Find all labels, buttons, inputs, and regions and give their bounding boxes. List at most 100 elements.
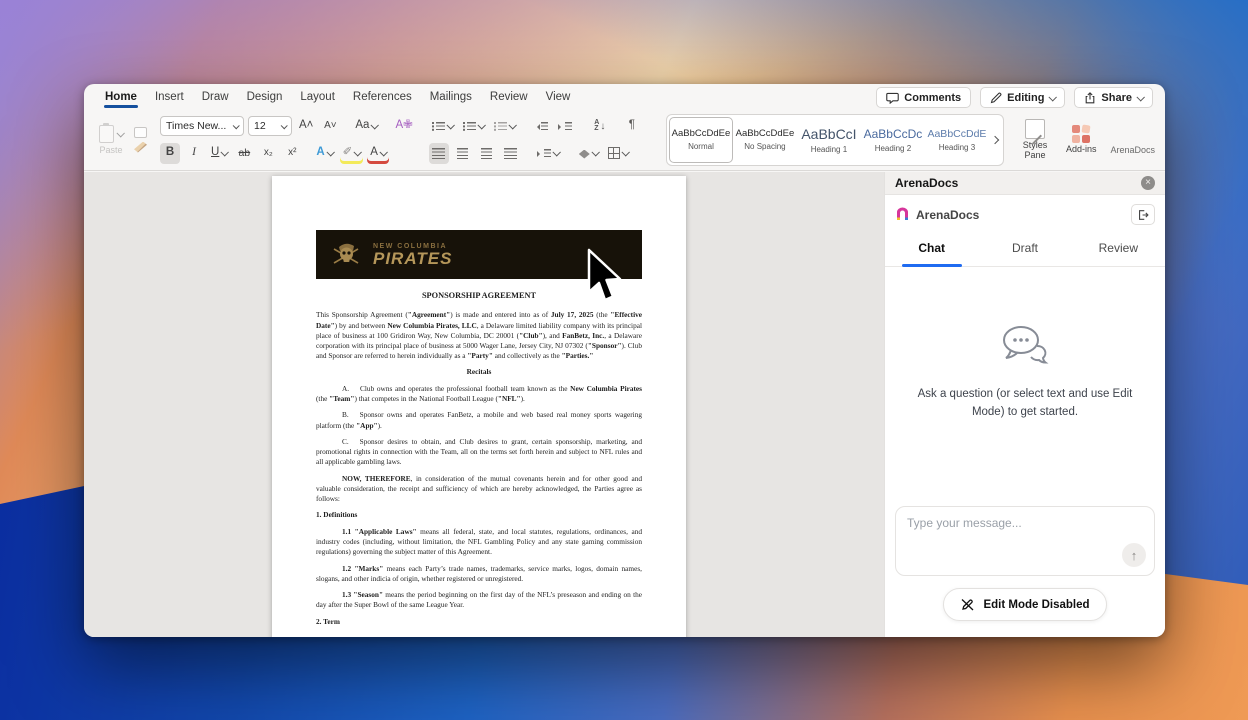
share-button[interactable]: Share	[1074, 87, 1153, 108]
font-color-button[interactable]: A	[367, 143, 389, 164]
clear-formatting-button[interactable]: A✙	[392, 116, 415, 137]
copy-icon[interactable]	[134, 127, 147, 138]
panel-brand-name: ArenaDocs	[916, 208, 979, 222]
numbered-list-icon	[463, 121, 476, 132]
superscript-button[interactable]: x²	[282, 143, 302, 164]
paragraph[interactable]: NOW, THEREFORE, in consideration of the …	[316, 474, 642, 504]
numbered-list-button[interactable]	[460, 116, 487, 137]
chevron-down-icon	[116, 129, 124, 137]
align-left-button[interactable]	[429, 143, 449, 164]
edit-mode-toggle[interactable]: Edit Mode Disabled	[943, 588, 1106, 621]
show-paragraph-marks-button[interactable]: ¶	[622, 116, 642, 137]
font-color-icon: A	[370, 147, 378, 159]
addins-icon	[1072, 125, 1090, 143]
panel-header: ArenaDocs ×	[885, 172, 1165, 195]
paragraph[interactable]: 1.1 "Applicable Laws" means all federal,…	[316, 527, 642, 557]
underline-button[interactable]: U	[208, 143, 230, 164]
paragraph[interactable]: 1.3 "Season" means the period beginning …	[316, 590, 642, 610]
arenadocs-panel: ArenaDocs × ArenaDocs ChatDraftReview	[884, 172, 1165, 637]
message-input[interactable]	[896, 507, 1154, 575]
clipboard-mini-buttons	[134, 127, 147, 153]
edit-mode-label: Edit Mode Disabled	[983, 599, 1089, 611]
editing-button[interactable]: Editing	[980, 87, 1065, 108]
strikethrough-button[interactable]: ab	[234, 143, 254, 164]
paste-button[interactable]: Paste	[94, 125, 128, 155]
chevron-down-icon	[552, 148, 560, 156]
paste-icon	[99, 125, 114, 143]
paragraph[interactable]: Recitals	[316, 367, 642, 377]
grow-font-icon: A˄	[299, 120, 313, 132]
paragraph[interactable]: 1. Definitions	[316, 510, 642, 520]
tab-insert[interactable]: Insert	[146, 85, 193, 111]
style-normal[interactable]: AaBbCcDdEeNormal	[669, 117, 733, 163]
text-effects-icon: A	[316, 147, 324, 159]
decrease-indent-button[interactable]	[532, 116, 552, 137]
bullet-list-button[interactable]	[429, 116, 456, 137]
align-center-button[interactable]	[453, 143, 473, 164]
change-case-button[interactable]: Aa	[352, 116, 380, 137]
font-name-value: Times New...	[166, 120, 228, 132]
styles-pane-icon	[1025, 119, 1045, 139]
comments-button[interactable]: Comments	[876, 87, 971, 108]
shading-icon	[579, 150, 590, 159]
borders-button[interactable]	[605, 143, 631, 164]
paragraph[interactable]: A. Club owns and operates the profession…	[316, 384, 642, 404]
styles-pane-label: Styles Pane	[1018, 141, 1052, 161]
styles-pane-button[interactable]: Styles Pane	[1018, 119, 1052, 161]
shrink-font-button[interactable]: A˅	[320, 116, 340, 137]
style-no-spacing[interactable]: AaBbCcDdEeNo Spacing	[733, 117, 797, 163]
style-heading-3[interactable]: AaBbCcDdEHeading 3	[925, 117, 989, 163]
superscript-icon: x²	[288, 148, 296, 158]
tab-references[interactable]: References	[344, 85, 421, 111]
arenadocs-ribbon-label: ArenaDocs	[1110, 146, 1155, 156]
paragraph[interactable]: This Sponsorship Agreement ("Agreement")…	[316, 310, 642, 360]
styles-gallery: AaBbCcDdEeNormalAaBbCcDdEeNo SpacingAaBb…	[666, 114, 1004, 166]
tab-review[interactable]: Review	[481, 85, 537, 111]
document-page[interactable]: NEW COLUMBIA PIRATES SPONSORSHIP AGREEME…	[272, 176, 686, 637]
align-right-icon	[481, 148, 492, 159]
paragraph[interactable]: 2. Term	[316, 617, 642, 627]
multilevel-list-button[interactable]	[491, 116, 518, 137]
paragraph[interactable]: C. Sponsor desires to obtain, and Club d…	[316, 437, 642, 467]
tab-home[interactable]: Home	[96, 85, 146, 111]
line-spacing-button[interactable]	[535, 143, 562, 164]
font-size-select[interactable]: 12	[248, 116, 292, 136]
tab-mailings[interactable]: Mailings	[421, 85, 481, 111]
style-heading-1[interactable]: AaBbCcIHeading 1	[797, 117, 861, 163]
tab-layout[interactable]: Layout	[291, 85, 344, 111]
style-heading-2[interactable]: AaBbCcDcHeading 2	[861, 117, 925, 163]
panel-tab-chat[interactable]: Chat	[885, 232, 978, 266]
font-name-select[interactable]: Times New...	[160, 116, 244, 136]
tab-design[interactable]: Design	[238, 85, 292, 111]
increase-indent-icon	[559, 121, 572, 132]
increase-indent-button[interactable]	[556, 116, 576, 137]
paragraph[interactable]: B. Sponsor owns and operates FanBetz, a …	[316, 410, 642, 430]
grow-font-button[interactable]: A˄	[296, 116, 316, 137]
sign-out-button[interactable]	[1131, 204, 1155, 225]
italic-button[interactable]: I	[184, 143, 204, 164]
panel-tab-review[interactable]: Review	[1072, 232, 1165, 266]
format-painter-icon[interactable]	[134, 142, 147, 153]
styles-gallery-expand[interactable]	[989, 117, 1001, 163]
ribbon-tab-row: HomeInsertDrawDesignLayoutReferencesMail…	[84, 84, 1165, 111]
align-right-button[interactable]	[477, 143, 497, 164]
text-effects-button[interactable]: A	[313, 143, 335, 164]
paragraph[interactable]: 1.2 "Marks" means each Party’s trade nam…	[316, 564, 642, 584]
chevron-down-icon	[326, 148, 334, 156]
subscript-button[interactable]: x₂	[258, 143, 278, 164]
chevron-down-icon	[1049, 93, 1057, 101]
justify-button[interactable]	[501, 143, 521, 164]
shading-button[interactable]	[576, 143, 601, 164]
tab-draw[interactable]: Draw	[193, 85, 238, 111]
tab-view[interactable]: View	[537, 85, 580, 111]
addins-button[interactable]: Add-ins	[1066, 125, 1097, 155]
top-actions: Comments Editing Share	[876, 87, 1153, 111]
sort-button[interactable]: AZ ↓	[590, 116, 610, 137]
close-icon[interactable]: ×	[1141, 176, 1155, 190]
highlight-button[interactable]: ✐	[340, 143, 364, 164]
bold-button[interactable]: B	[160, 143, 180, 164]
arenadocs-ribbon-button[interactable]: ArenaDocs	[1110, 124, 1155, 156]
arenadocs-logo-icon	[895, 207, 910, 222]
panel-tab-draft[interactable]: Draft	[978, 232, 1071, 266]
send-button[interactable]: ↑	[1122, 543, 1146, 567]
